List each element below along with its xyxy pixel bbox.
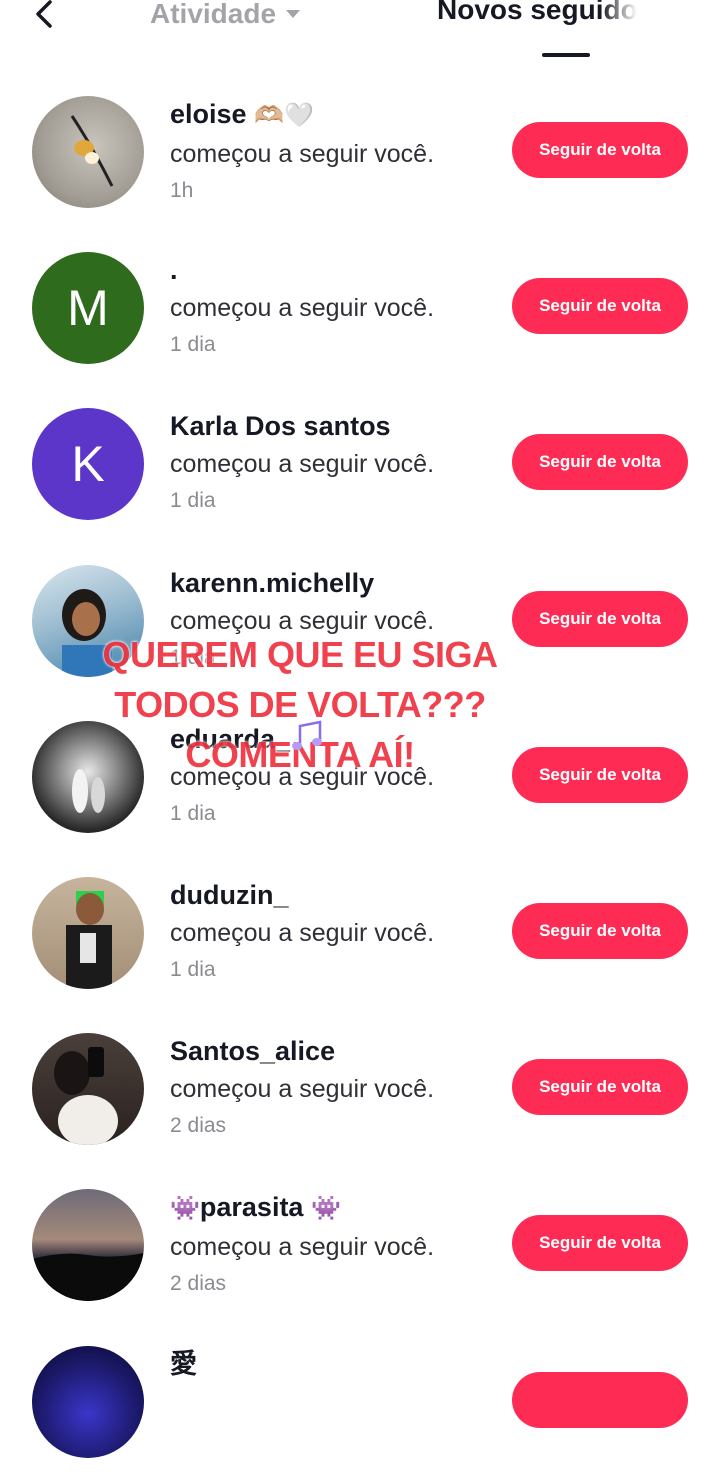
follow-back-button[interactable] <box>512 1371 688 1428</box>
follower-info: duduzin_ começou a seguir você. 1 dia <box>170 877 500 987</box>
username-emoji: 🫶🏼🤍 <box>254 102 314 129</box>
avatar[interactable] <box>32 1345 144 1458</box>
follow-description: começou a seguir você. <box>170 918 435 947</box>
avatar-letter: M <box>67 280 109 337</box>
video-text-overlay: QUEREM QUE EU SIGA TODOS DE VOLTA??? COM… <box>80 630 520 780</box>
follow-back-button[interactable]: Seguir de volta <box>512 1215 688 1272</box>
timestamp: 1 dia <box>170 957 216 981</box>
list-item: duduzin_ começou a seguir você. 1 dia Se… <box>0 853 720 1009</box>
timestamp: 1h <box>170 179 194 202</box>
follow-description: começou a seguir você. <box>170 294 435 323</box>
follower-info: Santos_alice começou a seguir você. 2 di… <box>170 1033 500 1143</box>
follow-description: começou a seguir você. <box>170 140 435 168</box>
username[interactable]: duduzin_ <box>170 877 500 913</box>
follow-description: começou a seguir você. <box>170 450 435 479</box>
avatar-letter: K <box>71 436 105 493</box>
alien-monster-icon: 👾 <box>310 1195 341 1223</box>
avatar[interactable]: M <box>32 252 144 365</box>
tab-activity[interactable]: Atividade <box>150 0 301 30</box>
timestamp: 2 dias <box>170 1114 227 1138</box>
list-item: 愛 <box>0 1322 720 1478</box>
alien-monster-icon: 👾 <box>170 1195 200 1223</box>
username[interactable]: 愛 <box>170 1346 500 1382</box>
back-arrow-icon <box>36 0 52 28</box>
avatar[interactable]: K <box>32 408 144 521</box>
list-item: 👾parasita 👾 começou a seguir você. 2 dia… <box>0 1165 720 1321</box>
follower-info: . começou a seguir você. 1 dia <box>170 252 500 362</box>
chevron-down-icon <box>286 10 301 18</box>
follow-back-button[interactable]: Seguir de volta <box>512 746 688 803</box>
avatar-photo-icon <box>70 115 114 187</box>
avatar-photo-icon <box>66 890 112 989</box>
list-item: Santos_alice começou a seguir você. 2 di… <box>0 1009 720 1165</box>
avatar-photo-icon <box>54 1047 118 1146</box>
username[interactable]: karenn.michelly <box>170 565 500 601</box>
list-item: eloise 🫶🏼🤍 começou a seguir você. 1h Seg… <box>0 72 720 228</box>
list-item: K Karla Dos santos começou a seguir você… <box>0 384 720 540</box>
active-tab-indicator <box>542 53 590 57</box>
follow-description: começou a seguir você. <box>170 1075 435 1104</box>
music-note-icon <box>292 720 322 750</box>
back-button[interactable] <box>22 0 66 38</box>
tab-activity-label: Atividade <box>150 0 277 29</box>
follower-info: Karla Dos santos começou a seguir você. … <box>170 408 500 518</box>
tab-new-followers[interactable]: Novos seguidores <box>437 0 637 26</box>
follow-back-button[interactable]: Seguir de volta <box>512 902 688 959</box>
follower-info: eloise 🫶🏼🤍 começou a seguir você. 1h <box>170 96 500 208</box>
timestamp: 1 dia <box>170 489 216 513</box>
avatar[interactable] <box>32 1189 144 1302</box>
username[interactable]: 👾parasita 👾 <box>170 1189 500 1227</box>
timestamp: 1 dia <box>170 801 216 825</box>
avatar[interactable] <box>32 876 144 989</box>
username[interactable]: . <box>170 252 500 288</box>
username[interactable]: Santos_alice <box>170 1033 500 1069</box>
username[interactable]: eloise 🫶🏼🤍 <box>170 96 500 134</box>
follower-info: 👾parasita 👾 começou a seguir você. 2 dia… <box>170 1189 500 1301</box>
top-bar: Atividade Novos seguidores <box>0 0 720 60</box>
follow-back-button[interactable]: Seguir de volta <box>512 434 688 491</box>
follow-back-button[interactable]: Seguir de volta <box>512 1059 688 1116</box>
list-item: M . começou a seguir você. 1 dia Seguir … <box>0 228 720 384</box>
follower-info: 愛 <box>170 1346 500 1382</box>
avatar[interactable] <box>32 96 144 208</box>
timestamp: 1 dia <box>170 333 216 357</box>
avatar-photo-icon <box>32 1253 144 1302</box>
username[interactable]: Karla Dos santos <box>170 408 500 444</box>
follow-description: começou a seguir você. <box>170 1233 435 1262</box>
timestamp: 2 dias <box>170 1272 227 1296</box>
follow-back-button[interactable]: Seguir de volta <box>512 278 688 335</box>
overlay-line: QUEREM QUE EU SIGA <box>102 634 498 675</box>
avatar[interactable] <box>32 1033 144 1146</box>
follow-back-button[interactable]: Seguir de volta <box>512 122 688 178</box>
follow-back-button[interactable]: Seguir de volta <box>512 590 688 647</box>
